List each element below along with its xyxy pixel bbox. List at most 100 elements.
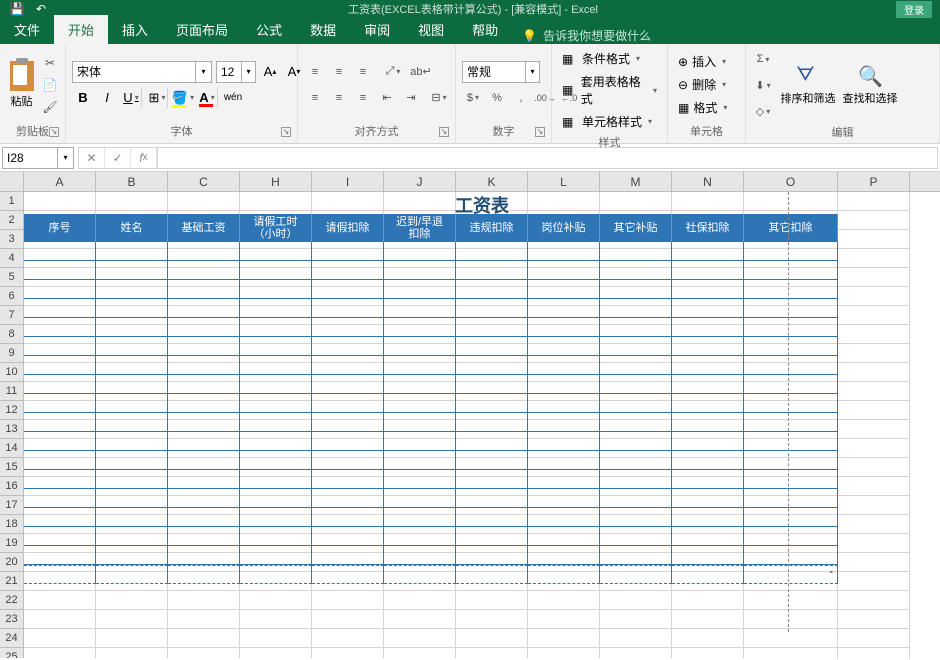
table-cell[interactable] [24,318,96,337]
grid-cell[interactable] [838,610,910,629]
row-header[interactable]: 23 [0,610,24,629]
grid-cell[interactable] [528,610,600,629]
table-cell[interactable] [456,527,528,546]
table-cell[interactable] [744,470,838,489]
grid-cell[interactable] [240,629,312,648]
table-cell[interactable] [672,337,744,356]
table-cell[interactable] [456,261,528,280]
table-cell[interactable] [240,451,312,470]
table-cell[interactable] [96,508,168,527]
table-cell[interactable] [456,546,528,565]
cell-styles-button[interactable]: ▦单元格样式▾ [558,111,661,132]
table-cell[interactable] [384,508,456,527]
table-cell[interactable] [528,375,600,394]
grid-cell[interactable] [838,344,910,363]
table-cell[interactable] [168,451,240,470]
grid-cell[interactable] [744,629,838,648]
table-cell[interactable] [312,375,384,394]
table-cell[interactable] [384,356,456,375]
cut-icon[interactable]: ✂ [41,55,59,71]
table-cell[interactable] [312,508,384,527]
table-cell[interactable] [672,527,744,546]
table-cell[interactable] [744,413,838,432]
tab-view[interactable]: 视图 [404,15,458,44]
table-cell[interactable] [528,489,600,508]
table-cell[interactable] [312,242,384,261]
table-cell[interactable] [24,280,96,299]
row-header[interactable]: 2 [0,211,24,230]
table-cell[interactable] [240,394,312,413]
table-cell[interactable] [96,337,168,356]
table-cell[interactable] [528,299,600,318]
table-cell[interactable] [744,546,838,565]
column-header[interactable]: A [24,172,96,191]
grid-cell[interactable] [168,648,240,658]
table-cell[interactable] [96,565,168,584]
grid-cell[interactable] [384,610,456,629]
font-dialog-launcher[interactable]: ↘ [281,127,291,137]
table-cell[interactable] [384,375,456,394]
grid-cell[interactable] [24,591,96,610]
table-cell[interactable] [96,280,168,299]
column-header[interactable]: M [600,172,672,191]
table-cell[interactable] [744,242,838,261]
table-cell[interactable] [312,394,384,413]
row-header[interactable]: 25 [0,648,24,658]
italic-button[interactable]: I [96,87,118,109]
table-cell[interactable] [744,318,838,337]
table-cell[interactable] [528,242,600,261]
table-cell[interactable] [600,242,672,261]
fill-button[interactable]: ⬇▾ [752,74,774,96]
table-cell[interactable]: - [744,565,838,584]
font-color-button[interactable]: A▾ [196,87,218,109]
table-cell[interactable] [24,565,96,584]
grid-cell[interactable] [312,629,384,648]
borders-button[interactable]: ⊞▾ [146,87,168,109]
table-cell[interactable] [672,432,744,451]
row-header[interactable]: 12 [0,401,24,420]
row-header[interactable]: 10 [0,363,24,382]
grid-cell[interactable] [672,591,744,610]
alignment-dialog-launcher[interactable]: ↘ [439,127,449,137]
table-cell[interactable] [312,299,384,318]
table-cell[interactable] [528,470,600,489]
row-header[interactable]: 17 [0,496,24,515]
table-cell[interactable] [384,546,456,565]
tab-data[interactable]: 数据 [296,15,350,44]
grid-cell[interactable] [96,629,168,648]
table-cell[interactable] [168,356,240,375]
table-cell[interactable] [600,489,672,508]
table-cell[interactable] [240,546,312,565]
chevron-down-icon[interactable]: ▾ [195,62,211,82]
table-cell[interactable] [312,527,384,546]
table-cell[interactable] [240,470,312,489]
table-cell[interactable] [528,527,600,546]
grid-cell[interactable] [240,591,312,610]
name-box[interactable]: I28 ▾ [2,147,74,169]
increase-font-size-button[interactable]: A▴ [260,61,280,83]
column-header[interactable]: K [456,172,528,191]
table-cell[interactable] [24,261,96,280]
enter-formula-button[interactable]: ✓ [105,148,131,168]
wrap-text-button[interactable]: ab↵ [406,61,436,83]
select-all-corner[interactable] [0,172,24,191]
table-cell[interactable] [312,261,384,280]
table-cell[interactable] [168,318,240,337]
table-cell[interactable] [528,356,600,375]
table-cell[interactable] [96,527,168,546]
grid-cell[interactable] [240,610,312,629]
grid-cell[interactable] [168,591,240,610]
grid-cell[interactable] [384,591,456,610]
table-cell[interactable] [96,489,168,508]
column-header[interactable]: I [312,172,384,191]
fill-color-button[interactable]: 🪣▾ [172,87,194,109]
grid-cell[interactable] [672,610,744,629]
table-cell[interactable] [168,470,240,489]
table-cell[interactable] [528,565,600,584]
tab-file[interactable]: 文件 [0,15,54,44]
table-cell[interactable] [96,318,168,337]
table-cell[interactable] [744,527,838,546]
grid-cell[interactable] [600,648,672,658]
grid-cell[interactable] [600,610,672,629]
table-cell[interactable] [744,489,838,508]
